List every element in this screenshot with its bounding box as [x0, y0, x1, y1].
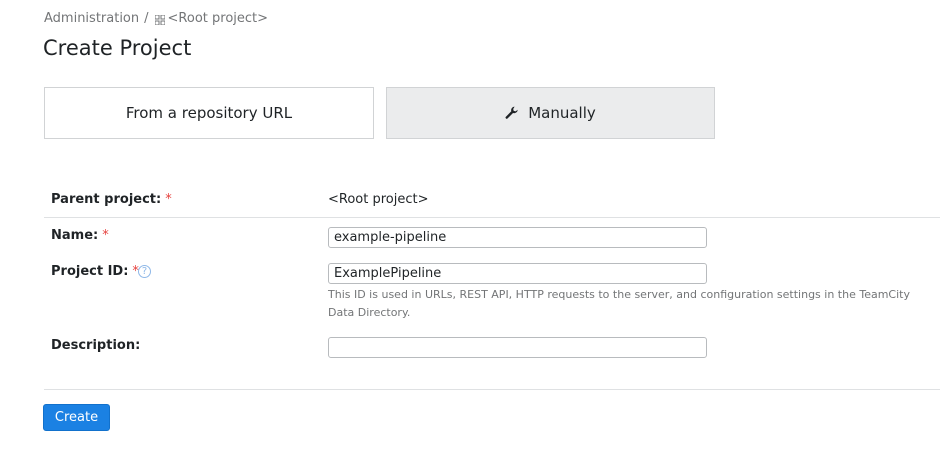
description-input[interactable] [328, 337, 707, 358]
divider [44, 217, 940, 218]
breadcrumb: Administration / <Root project> [44, 11, 268, 26]
required-asterisk: * [102, 228, 109, 243]
divider [44, 389, 940, 390]
tab-label-manually: Manually [528, 104, 596, 122]
project-id-label-text: Project ID: [51, 264, 129, 279]
description-label: Description: [51, 338, 140, 353]
tab-from-repository-url[interactable]: From a repository URL [44, 87, 374, 139]
project-grid-icon [154, 14, 166, 25]
tab-label-repository-url: From a repository URL [125, 104, 293, 122]
breadcrumb-separator: / [144, 11, 149, 26]
description-label-text: Description: [51, 338, 141, 353]
project-id-hint: This ID is used in URLs, REST API, HTTP … [328, 288, 910, 319]
breadcrumb-root-project-link[interactable]: <Root project> [168, 11, 269, 26]
breadcrumb-administration-link[interactable]: Administration [44, 11, 139, 26]
required-asterisk: * [165, 192, 172, 207]
project-id-label: Project ID: * [51, 264, 139, 279]
name-input[interactable] [328, 227, 707, 248]
name-label-text: Name: [51, 228, 99, 243]
page-title: Create Project [43, 36, 192, 60]
parent-project-label-text: Parent project: [51, 192, 162, 207]
parent-project-label: Parent project: * [51, 192, 172, 207]
tab-manually[interactable]: Manually [386, 87, 715, 139]
wrench-icon [505, 106, 519, 120]
parent-project-value: <Root project> [328, 192, 429, 207]
create-button[interactable]: Create [43, 404, 110, 431]
project-id-input[interactable] [328, 263, 707, 284]
help-icon[interactable]: ? [138, 265, 151, 278]
name-label: Name: * [51, 228, 109, 243]
